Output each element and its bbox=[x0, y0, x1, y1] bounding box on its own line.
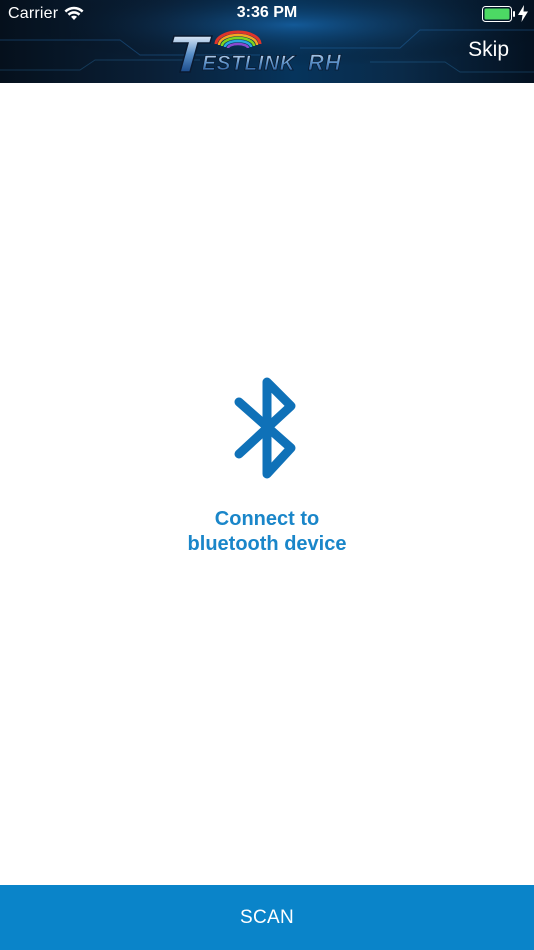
app-screen: Carrier 3:36 PM ESTLINK RH Skip Connect … bbox=[0, 0, 534, 950]
testlink-rh-logo: ESTLINK RH bbox=[171, 30, 342, 75]
skip-button[interactable]: Skip bbox=[468, 38, 509, 62]
connect-line-1: Connect to bbox=[214, 508, 320, 530]
header: Carrier 3:36 PM ESTLINK RH Skip bbox=[0, 0, 534, 83]
status-bar: Carrier 3:36 PM bbox=[0, 0, 534, 28]
connect-line-2: bluetooth device bbox=[187, 533, 347, 555]
clock: 3:36 PM bbox=[236, 4, 298, 21]
scan-button[interactable]: SCAN bbox=[0, 885, 534, 950]
charging-bolt-icon bbox=[518, 5, 528, 22]
main-content: Connect to bluetooth device bbox=[0, 83, 534, 885]
svg-text:ESTLINK: ESTLINK bbox=[202, 52, 297, 75]
nav-bar: ESTLINK RH Skip bbox=[0, 28, 534, 83]
bluetooth-icon bbox=[234, 377, 296, 479]
svg-text:RH: RH bbox=[308, 50, 342, 75]
connect-message: Connect to bluetooth device bbox=[0, 507, 534, 557]
battery-charging-icon bbox=[482, 6, 515, 22]
